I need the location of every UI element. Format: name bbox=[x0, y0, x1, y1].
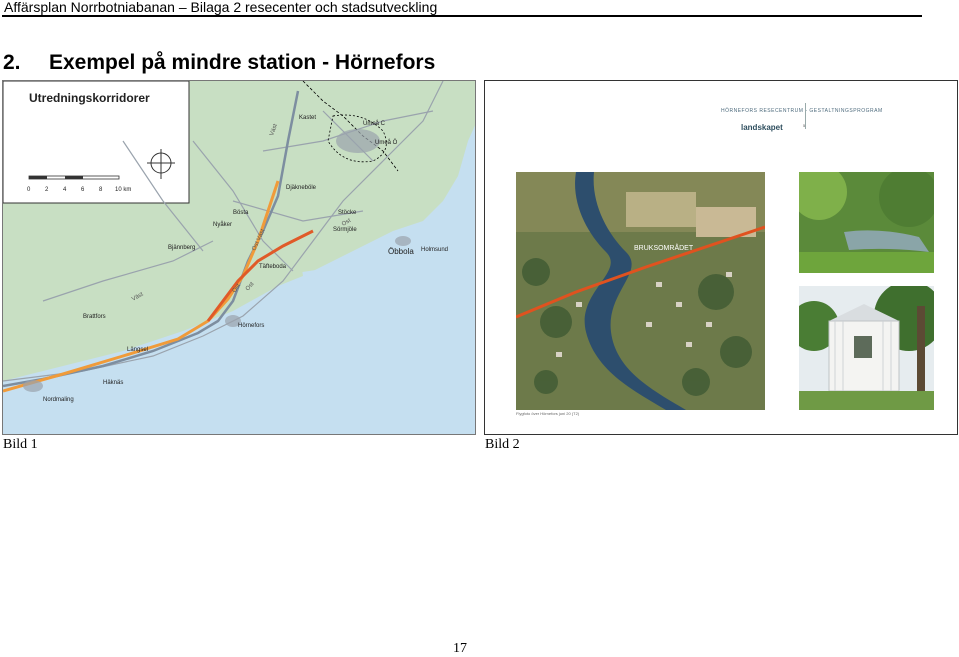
svg-text:Nyåker: Nyåker bbox=[213, 221, 232, 228]
svg-text:Täfteboda: Täfteboda bbox=[259, 264, 287, 270]
map-legend-title: Utredningskorridorer bbox=[29, 91, 150, 105]
panel-page-number: 5 bbox=[803, 123, 806, 128]
svg-text:Sörmjöle: Sörmjöle bbox=[333, 227, 357, 233]
section-number: 2. bbox=[3, 51, 21, 74]
svg-text:10 km: 10 km bbox=[115, 187, 131, 193]
aerial-label: BRUKSOMRÅDET bbox=[634, 243, 694, 252]
svg-text:Längsel: Längsel bbox=[127, 347, 148, 353]
svg-text:Umeå Ö: Umeå Ö bbox=[375, 139, 398, 146]
caption-bild-2: Bild 2 bbox=[485, 437, 520, 452]
svg-text:Djäkneböle: Djäkneböle bbox=[286, 185, 317, 191]
photo-caption: Flygfoto över Hörnefors juni 20 (T2) bbox=[516, 411, 580, 416]
svg-text:Bjännberg: Bjännberg bbox=[168, 245, 195, 251]
svg-text:Öbbola: Öbbola bbox=[388, 247, 414, 256]
photo-panel: HÖRNEFORS RESECENTRUM - GESTALTNINGSPROG… bbox=[484, 80, 958, 435]
header-rule bbox=[2, 15, 922, 17]
svg-text:Umeå C: Umeå C bbox=[363, 120, 386, 127]
caption-bild-1: Bild 1 bbox=[3, 437, 38, 452]
gazebo-photo bbox=[799, 286, 934, 410]
aerial-photo: BRUKSOMRÅDET bbox=[516, 172, 765, 410]
svg-text:Kastet: Kastet bbox=[299, 115, 316, 121]
svg-text:Stöcke: Stöcke bbox=[338, 210, 357, 216]
svg-text:Holmsund: Holmsund bbox=[421, 247, 448, 253]
section-title-text: Exempel på mindre station - Hörnefors bbox=[49, 51, 436, 74]
svg-text:Bösta: Bösta bbox=[233, 210, 249, 216]
svg-text:Nordmaling: Nordmaling bbox=[43, 397, 74, 403]
svg-text:Häknäs: Häknäs bbox=[103, 380, 123, 386]
svg-text:Hörnefors: Hörnefors bbox=[238, 323, 264, 329]
river-photo bbox=[799, 172, 934, 273]
corridor-map: Utredningskorridorer 0 2 4 6 8 10 km Ume… bbox=[2, 80, 476, 435]
running-header: Affärsplan Norrbotniabanan – Bilaga 2 re… bbox=[4, 0, 438, 15]
map-scale-bar bbox=[28, 175, 120, 180]
section-title: 2. Exempel på mindre station - Hörnefors bbox=[3, 51, 435, 75]
map-figure: Utredningskorridorer 0 2 4 6 8 10 km Ume… bbox=[3, 81, 475, 434]
svg-text:Brattfors: Brattfors bbox=[83, 314, 106, 320]
brand-line: HÖRNEFORS RESECENTRUM - GESTALTNINGSPROG… bbox=[721, 108, 883, 114]
page-number: 17 bbox=[453, 641, 467, 656]
brand-subtitle: landskapet bbox=[741, 123, 783, 132]
